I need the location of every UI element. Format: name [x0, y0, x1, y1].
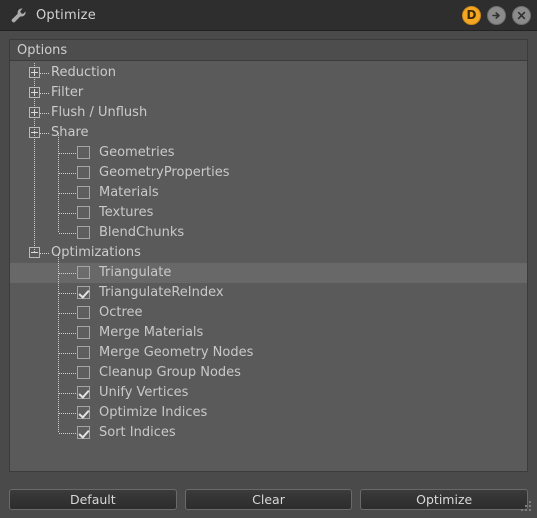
- options-tree[interactable]: Reduction Filter Flush / Unflush Share Geome…: [10, 61, 527, 471]
- tree-item-row[interactable]: Octree: [10, 303, 527, 323]
- options-panel-header: Options: [10, 40, 527, 61]
- close-icon: [517, 11, 526, 19]
- tree-label: GeometryProperties: [99, 165, 230, 180]
- checkbox-optimize-indices[interactable]: [77, 406, 90, 419]
- checkbox-unify-vertices[interactable]: [77, 386, 90, 399]
- checkbox-merge-geometry-nodes[interactable]: [77, 346, 90, 359]
- tree-label: BlendChunks: [99, 225, 185, 240]
- undock-button[interactable]: [487, 5, 506, 25]
- collapse-icon[interactable]: [29, 247, 40, 258]
- footer-buttons: Default Clear Optimize: [9, 472, 529, 518]
- tree-label: Unify Vertices: [99, 385, 189, 400]
- checkbox-triangulatereindex[interactable]: [77, 286, 90, 299]
- tree-group-row[interactable]: Share: [10, 123, 527, 143]
- dock-button[interactable]: D: [462, 5, 481, 25]
- tree-item-row[interactable]: Geometries: [10, 143, 527, 163]
- tree-label: Flush / Unflush: [51, 105, 148, 120]
- tree-item-row[interactable]: Sort Indices: [10, 423, 527, 443]
- tree-item-row[interactable]: TriangulateReIndex: [10, 283, 527, 303]
- window-titlebar[interactable]: Optimize D: [0, 0, 537, 31]
- tree-label: TriangulateReIndex: [99, 285, 224, 300]
- tree-label: Merge Geometry Nodes: [99, 345, 254, 360]
- checkbox-triangulate[interactable]: [77, 266, 90, 279]
- options-panel-title: Options: [17, 42, 68, 58]
- tree-item-row[interactable]: Merge Geometry Nodes: [10, 343, 527, 363]
- checkbox-textures[interactable]: [77, 206, 90, 219]
- arrow-right-icon: [492, 11, 500, 19]
- tree-label: Merge Materials: [99, 325, 204, 340]
- checkbox-materials[interactable]: [77, 186, 90, 199]
- checkbox-sort-indices[interactable]: [77, 426, 90, 439]
- tree-label: Triangulate: [99, 265, 172, 280]
- tree-item-row[interactable]: Materials: [10, 183, 527, 203]
- window-title: Optimize: [36, 7, 96, 23]
- tree-label: Filter: [51, 85, 84, 100]
- tree-group-row[interactable]: Filter: [10, 83, 527, 103]
- wrench-icon: [8, 5, 28, 25]
- tree-group-row[interactable]: Reduction: [10, 63, 527, 83]
- clear-button[interactable]: Clear: [184, 489, 353, 510]
- options-panel: Options Reduction Filter Flush / Unflush Sh…: [9, 39, 528, 472]
- tree-item-row[interactable]: Merge Materials: [10, 323, 527, 343]
- checkbox-geometryproperties[interactable]: [77, 166, 90, 179]
- tree-label: Share: [51, 125, 89, 140]
- checkbox-geometries[interactable]: [77, 146, 90, 159]
- checkbox-cleanup-group-nodes[interactable]: [77, 366, 90, 379]
- window-body: Options Reduction Filter Flush / Unflush Sh…: [0, 31, 537, 518]
- tree-item-row[interactable]: GeometryProperties: [10, 163, 527, 183]
- optimize-button[interactable]: Optimize: [360, 489, 529, 510]
- checkbox-octree[interactable]: [77, 306, 90, 319]
- tree-label: Materials: [99, 185, 159, 200]
- tree-item-row[interactable]: Textures: [10, 203, 527, 223]
- collapse-icon[interactable]: [29, 127, 40, 138]
- expand-icon[interactable]: [29, 107, 40, 118]
- tree-label: Sort Indices: [99, 425, 176, 440]
- tree-label: Cleanup Group Nodes: [99, 365, 241, 380]
- close-button[interactable]: [512, 5, 531, 25]
- tree-label: Textures: [99, 205, 154, 220]
- titlebar-buttons: D: [462, 5, 531, 25]
- expand-icon[interactable]: [29, 67, 40, 78]
- tree-item-row[interactable]: Unify Vertices: [10, 383, 527, 403]
- tree-item-row[interactable]: Optimize Indices: [10, 403, 527, 423]
- tree-item-row[interactable]: Cleanup Group Nodes: [10, 363, 527, 383]
- tree-label: Optimizations: [51, 245, 141, 260]
- expand-icon[interactable]: [29, 87, 40, 98]
- tree-group-row[interactable]: Flush / Unflush: [10, 103, 527, 123]
- tree-label: Geometries: [99, 145, 175, 160]
- tree-group-row[interactable]: Optimizations: [10, 243, 527, 263]
- tree-label: Optimize Indices: [99, 405, 208, 420]
- checkbox-blendchunks[interactable]: [77, 226, 90, 239]
- tree-label: Octree: [99, 305, 143, 320]
- default-button[interactable]: Default: [9, 489, 177, 510]
- checkbox-merge-materials[interactable]: [77, 326, 90, 339]
- tree-item-row[interactable]: Triangulate: [10, 263, 527, 283]
- tree-label: Reduction: [51, 65, 116, 80]
- optimize-window: Optimize D Options Reduction Filter Flush …: [0, 0, 537, 518]
- tree-item-row[interactable]: BlendChunks: [10, 223, 527, 243]
